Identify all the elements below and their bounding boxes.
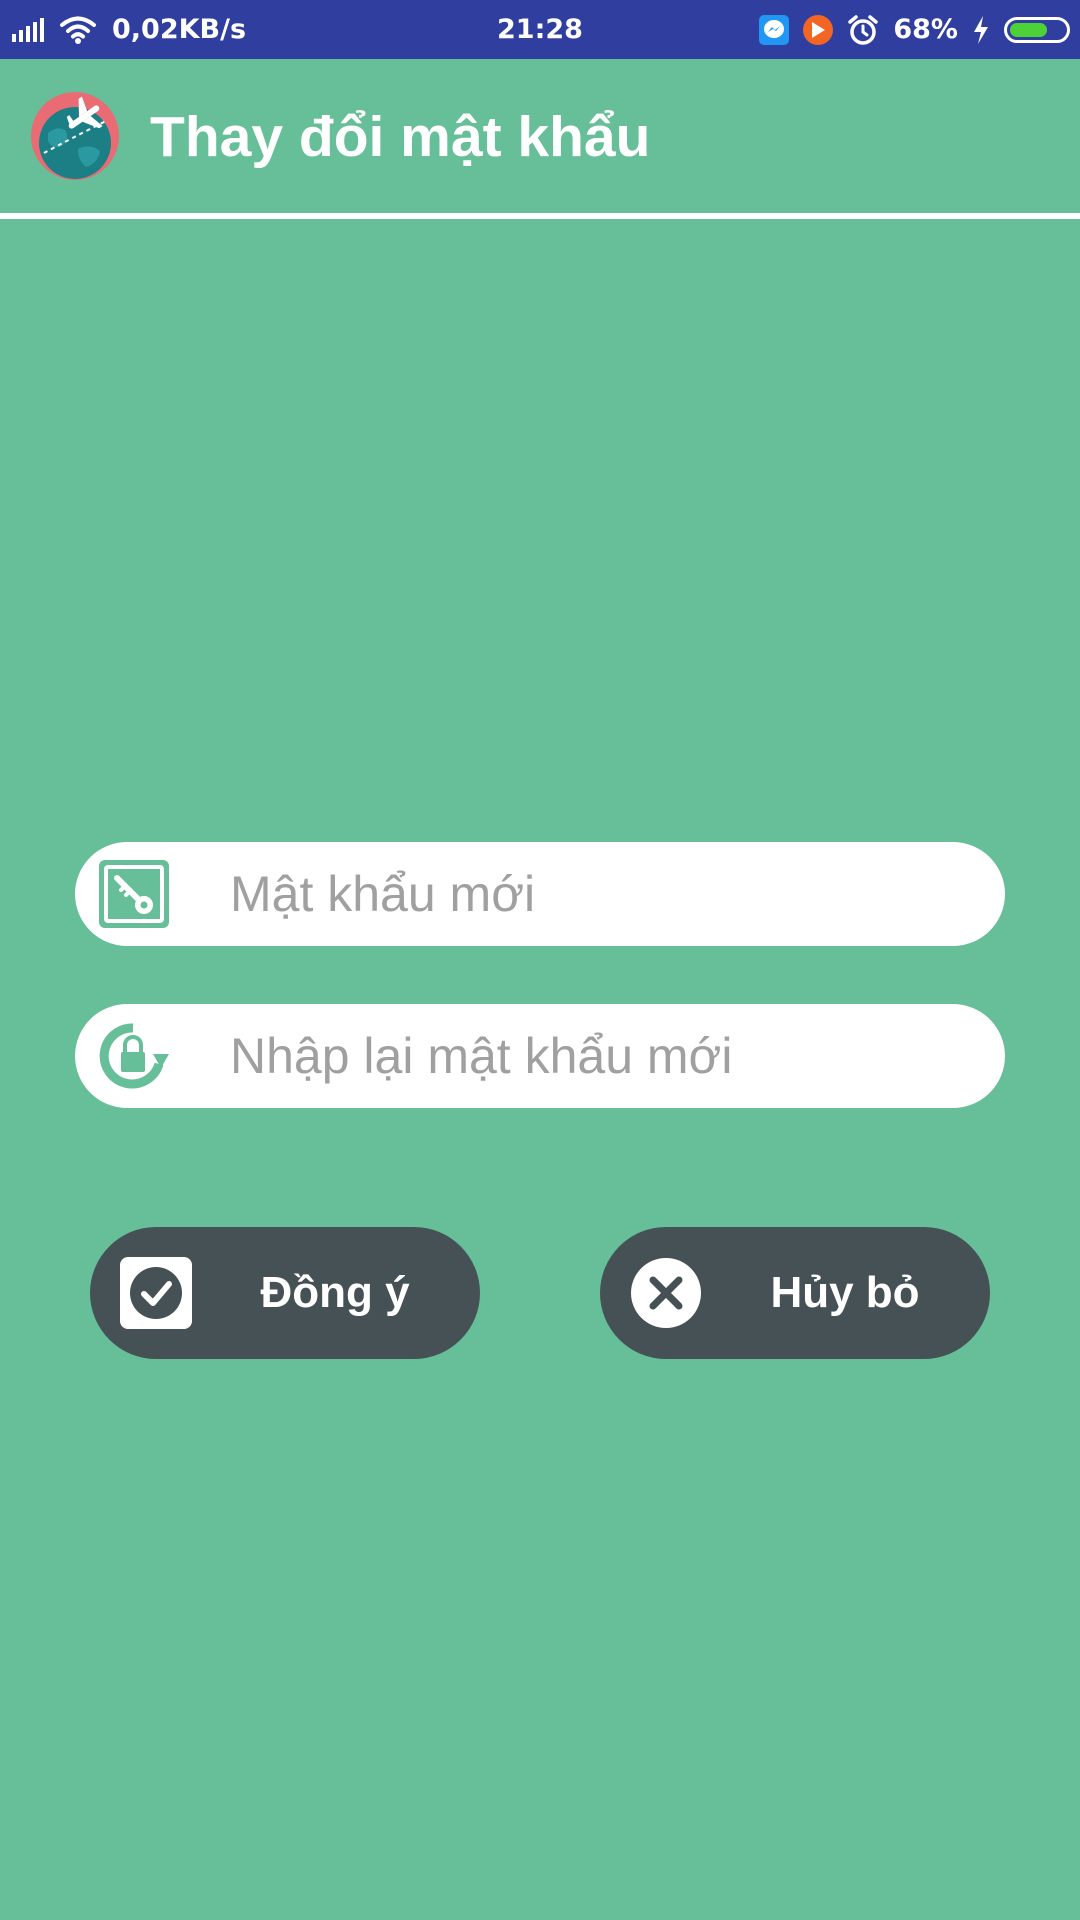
- confirm-button-label: Đồng ý: [260, 1268, 410, 1317]
- confirm-button[interactable]: Đồng ý: [90, 1227, 480, 1359]
- key-icon: [99, 860, 169, 928]
- status-bar-left: 0,02KB/s: [12, 0, 246, 59]
- lock-refresh-icon: [99, 1023, 169, 1089]
- network-speed: 0,02KB/s: [112, 14, 247, 45]
- new-password-field[interactable]: [75, 842, 1005, 946]
- new-password-input[interactable]: [230, 842, 970, 946]
- status-time: 21:28: [497, 14, 583, 45]
- check-icon: [120, 1257, 192, 1329]
- alarm-icon: [848, 14, 879, 45]
- battery-icon: [1004, 16, 1070, 43]
- video-play-icon: [803, 14, 834, 45]
- cancel-button-label: Hủy bỏ: [770, 1268, 920, 1317]
- charging-icon: [974, 15, 988, 44]
- signal-icon: [12, 17, 44, 42]
- cancel-button[interactable]: Hủy bỏ: [600, 1227, 990, 1359]
- battery-percent: 68%: [893, 14, 958, 45]
- wifi-icon: [60, 16, 96, 44]
- battery-level-fill: [1010, 22, 1047, 37]
- status-bar-right: 68%: [759, 0, 1070, 59]
- status-bar: 0,02KB/s 21:28 68%: [0, 0, 1080, 59]
- confirm-password-input[interactable]: [230, 1004, 970, 1108]
- close-circle-icon: [631, 1258, 701, 1328]
- messenger-icon: [759, 14, 790, 45]
- globe-airplane-logo: [31, 92, 119, 180]
- confirm-password-field[interactable]: [75, 1004, 1005, 1108]
- app-bar-divider: [0, 213, 1080, 219]
- app-bar: Thay đổi mật khẩu: [0, 59, 1080, 215]
- page-title: Thay đổi mật khẩu: [150, 105, 651, 169]
